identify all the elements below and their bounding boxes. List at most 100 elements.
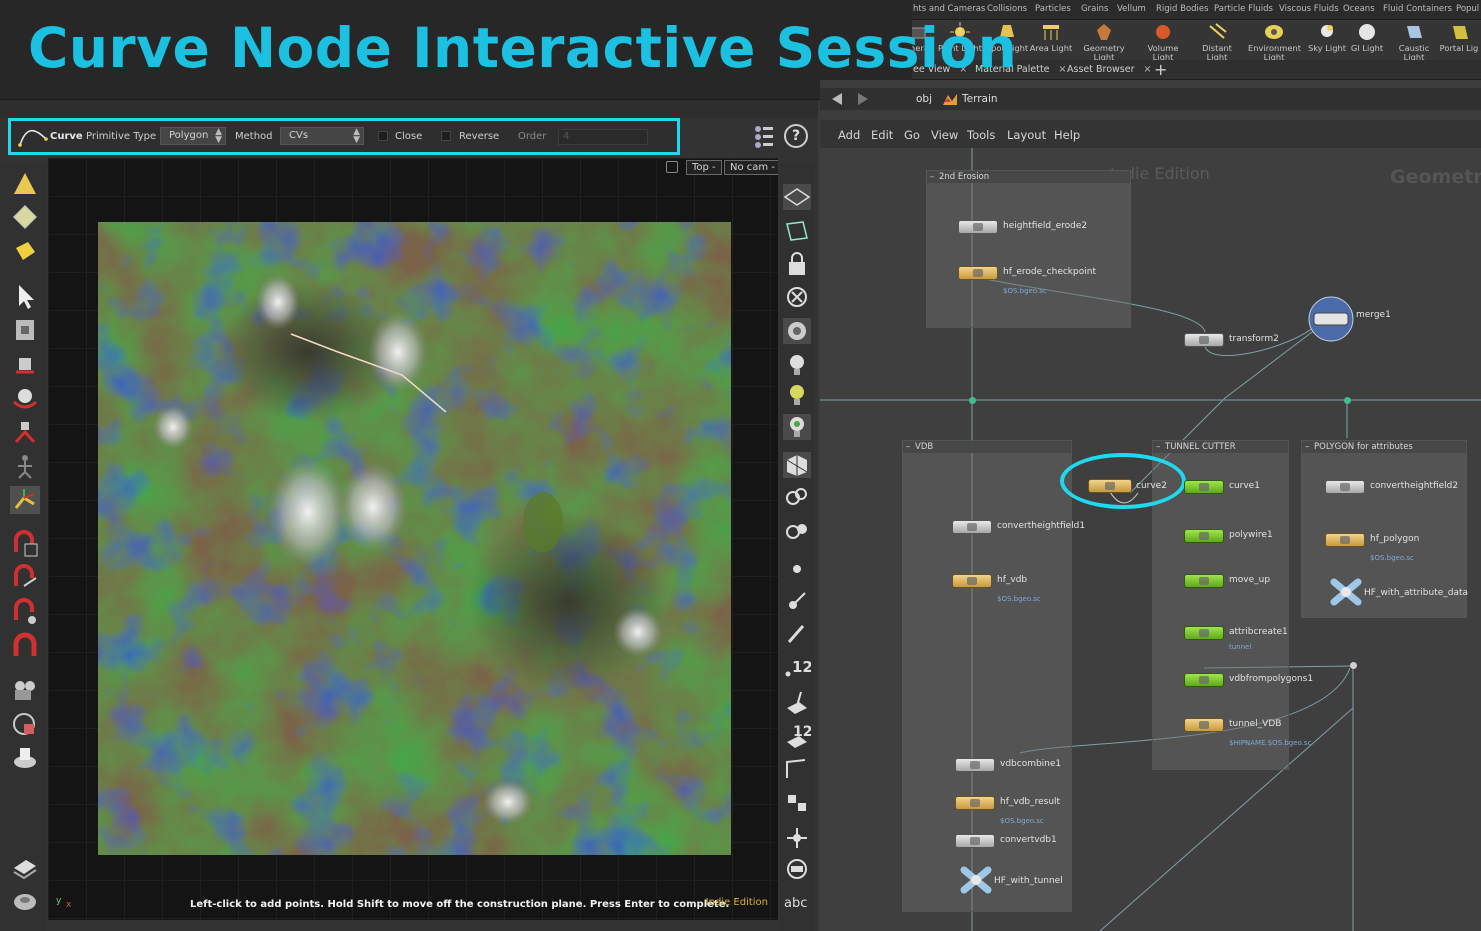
path-terrain[interactable]: Terrain <box>962 93 998 105</box>
point-normal-icon[interactable] <box>783 588 811 614</box>
snap-prim-icon[interactable] <box>10 564 40 592</box>
ghost-icon[interactable] <box>783 518 811 544</box>
view-top-button[interactable]: Top - <box>686 160 722 175</box>
wire-dot[interactable] <box>1350 662 1357 669</box>
tab-asset-browser[interactable]: Asset Browser × <box>1067 64 1151 75</box>
shelf-tab-oceans[interactable]: Oceans <box>1343 4 1375 14</box>
flipbook-icon[interactable] <box>10 710 40 738</box>
node-hf-polygon[interactable] <box>1325 533 1365 547</box>
volume-light-tool[interactable]: Volume Light <box>1137 22 1189 62</box>
node-convertvdb1[interactable] <box>955 834 995 848</box>
rotate-tool-icon[interactable] <box>10 384 40 412</box>
back-forward-icon[interactable] <box>830 91 870 107</box>
node-vdbcombine1[interactable] <box>955 758 995 772</box>
pose-tool-icon[interactable] <box>10 452 40 480</box>
node-hf-vdb-result[interactable] <box>955 796 995 810</box>
caustic-light-tool[interactable]: Caustic Light <box>1388 22 1440 62</box>
display-options-icon[interactable] <box>783 318 811 344</box>
select-points-icon[interactable] <box>10 170 40 198</box>
normal-light-icon[interactable] <box>783 382 811 408</box>
text-display-icon[interactable]: abc <box>784 896 807 911</box>
render-region-icon[interactable] <box>10 744 40 772</box>
shelf-tab-rigid-bodies[interactable]: Rigid Bodies <box>1156 4 1209 14</box>
node-polywire1[interactable] <box>1184 529 1224 543</box>
node-hf-with-tunnel[interactable] <box>960 866 992 894</box>
close-icon[interactable]: × <box>1143 64 1151 75</box>
shelf-tab-grains[interactable]: Grains <box>1081 4 1108 14</box>
shelf-tab-particle-fluids[interactable]: Particle Fluids <box>1214 4 1273 14</box>
select-primitives-icon[interactable] <box>10 238 40 266</box>
lock-icon[interactable] <box>666 161 678 173</box>
menu-add[interactable]: Add <box>838 128 860 142</box>
pen-icon[interactable] <box>783 620 811 646</box>
construction-plane-icon[interactable] <box>783 184 811 210</box>
camera-menu-button[interactable]: No cam - <box>724 160 778 175</box>
menu-view[interactable]: View <box>931 128 958 142</box>
prim-numbers-icon[interactable]: 12 <box>783 722 811 748</box>
shelf-tab-populate[interactable]: Popul <box>1456 4 1479 14</box>
area-light-tool[interactable]: Area Light <box>1025 22 1077 53</box>
netbox-2nd-erosion[interactable]: 2nd Erosion <box>926 170 1131 328</box>
point-display-icon[interactable] <box>783 556 811 582</box>
snap-grid-icon[interactable] <box>10 530 40 558</box>
node-attribcreate1[interactable] <box>1184 626 1224 640</box>
node-heightfield-erode2[interactable] <box>958 220 998 234</box>
headlight-icon[interactable] <box>783 352 811 378</box>
shelf-tab-viscous-fluids[interactable]: Viscous Fluids <box>1279 4 1339 14</box>
path-obj[interactable]: obj <box>916 93 932 105</box>
shelf-tab-lights-cameras[interactable]: hts and Cameras <box>913 4 985 14</box>
wire-dot[interactable] <box>969 397 976 404</box>
hull-display-icon[interactable] <box>783 756 811 782</box>
template-display-icon[interactable] <box>783 856 811 882</box>
reference-plane-icon[interactable] <box>783 218 811 244</box>
node-hf-erode-checkpoint[interactable] <box>958 266 998 280</box>
shelf-tab-particles[interactable]: Particles <box>1035 4 1071 14</box>
node-vdbfrompolygons1[interactable] <box>1184 673 1224 687</box>
help-button[interactable]: ? <box>784 124 808 148</box>
node-convertheightfield2[interactable] <box>1325 480 1365 494</box>
render-camera-icon[interactable] <box>10 676 40 704</box>
3d-viewport[interactable]: Top - No cam - y x Left-click to add poi… <box>48 158 778 920</box>
shelf-tab-fluid-containers[interactable]: Fluid Containers <box>1383 4 1452 14</box>
handle-tool-icon[interactable] <box>10 486 40 514</box>
node-tunnel-vdb[interactable] <box>1184 718 1224 732</box>
close-view-icon[interactable] <box>783 284 811 310</box>
menu-help[interactable]: Help <box>1054 128 1080 142</box>
portal-light-tool[interactable]: Portal Lig <box>1437 22 1481 53</box>
menu-layout[interactable]: Layout <box>1007 128 1046 142</box>
network-editor-icon[interactable] <box>10 854 40 882</box>
prim-normal-icon[interactable] <box>783 688 811 714</box>
distant-light-tool[interactable]: Distant Light <box>1191 22 1243 62</box>
node-transform2[interactable] <box>1184 333 1224 347</box>
node-move-up[interactable] <box>1184 574 1224 588</box>
node-hf-with-attribute-data[interactable] <box>1330 578 1362 606</box>
scale-tool-icon[interactable] <box>10 418 40 446</box>
node-hf-vdb[interactable] <box>952 574 992 588</box>
node-convertheightfield1[interactable] <box>952 520 992 534</box>
add-tab-button[interactable]: + <box>1154 60 1167 79</box>
menu-tools[interactable]: Tools <box>967 128 995 142</box>
network-canvas[interactable]: Indie Edition Geometry <box>820 148 1481 931</box>
geometry-light-tool[interactable]: Geometry Light <box>1078 22 1130 62</box>
menu-go[interactable]: Go <box>904 128 920 142</box>
shelf-tab-collisions[interactable]: Collisions <box>987 4 1027 14</box>
disk-icon[interactable] <box>10 888 40 916</box>
environment-light-tool[interactable]: Environment Light <box>1248 22 1301 62</box>
uv-display-icon[interactable] <box>783 790 811 816</box>
move-tool-icon[interactable] <box>10 350 40 378</box>
point-numbers-icon[interactable]: 12 <box>783 654 811 680</box>
select-edges-icon[interactable] <box>10 204 40 232</box>
menu-edit[interactable]: Edit <box>871 128 893 142</box>
snap-magnet-icon[interactable] <box>10 632 40 660</box>
close-icon[interactable]: × <box>1059 64 1067 75</box>
visualize-icon[interactable] <box>783 484 811 510</box>
shading-mode-icon[interactable] <box>783 452 811 478</box>
select-arrow-icon[interactable] <box>10 282 40 310</box>
node-curve1[interactable] <box>1184 480 1224 494</box>
node-merge1[interactable] <box>1308 296 1354 342</box>
snap-point-icon[interactable] <box>10 598 40 626</box>
vertex-display-icon[interactable] <box>783 824 811 850</box>
gi-light-tool[interactable]: GI Light <box>1341 22 1393 53</box>
lock-selection-icon[interactable] <box>10 316 40 344</box>
handle-options-icon[interactable] <box>752 124 776 150</box>
